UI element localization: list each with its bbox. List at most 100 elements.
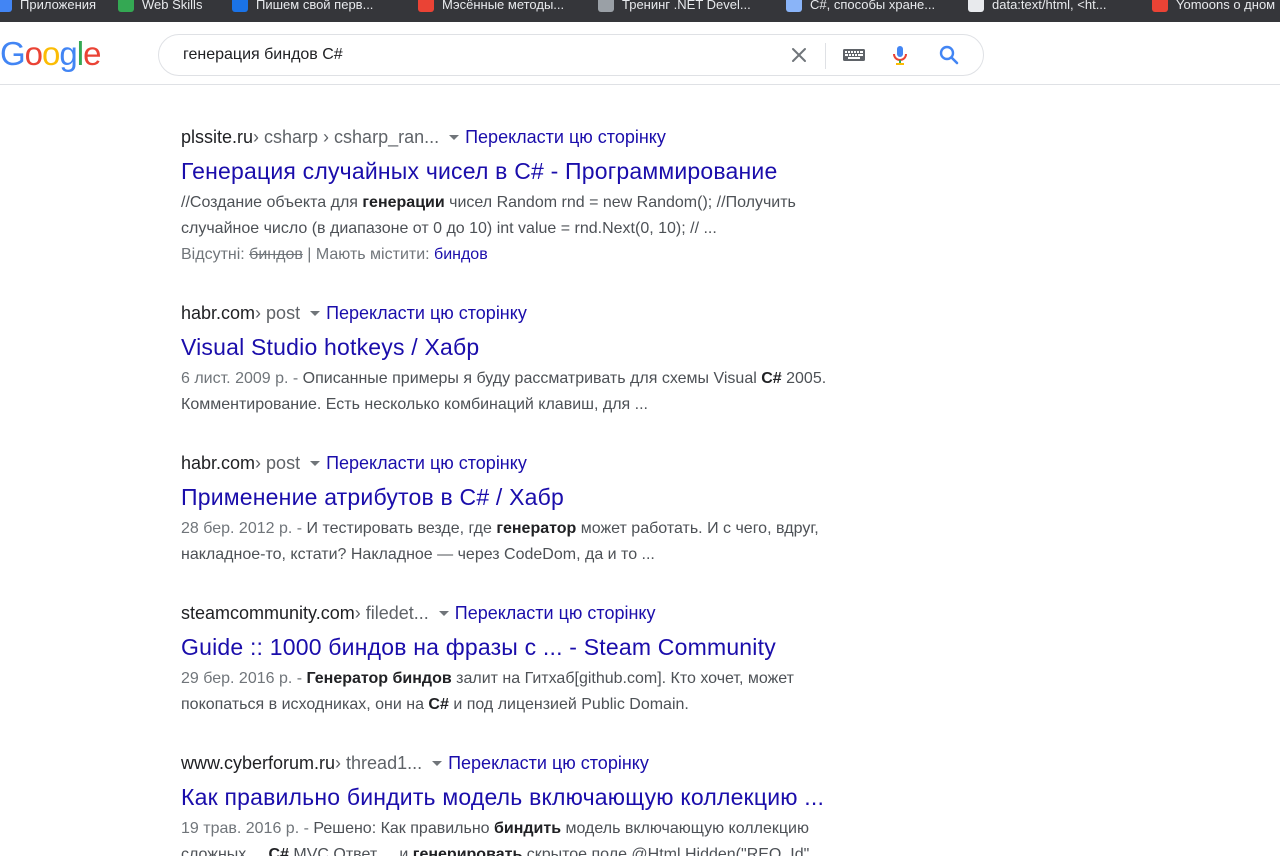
microphone-icon[interactable] [888, 43, 912, 67]
bookmark-label: Приложения [20, 0, 97, 12]
bookmark-favicon [418, 0, 434, 12]
highlighted-term: генерации [362, 194, 445, 211]
translate-link[interactable]: Перекласти цю сторінку [326, 453, 527, 474]
result-cite[interactable]: habr.com › post Перекласти цю сторінку [181, 302, 861, 324]
snippet-text: и под лицензией Public Domain. [448, 696, 689, 713]
logo-letter: e [83, 35, 101, 72]
snippet-line: 29 бер. 2016 р. - Генератор биндов залит… [181, 666, 861, 692]
bookmark-favicon [118, 0, 134, 12]
bookmark-item[interactable]: C#, способы хране... [786, 0, 935, 15]
snippet-text: Комментирование. Есть несколько комбинац… [181, 396, 648, 413]
bookmark-item[interactable]: data:text/html, <ht... [968, 0, 1107, 15]
close-icon[interactable] [787, 43, 811, 67]
result-title-link[interactable]: Guide :: 1000 биндов на фразы с ... - St… [181, 633, 861, 661]
bookmark-item[interactable]: Yomoons о дном [1152, 0, 1275, 15]
result-snippet: 19 трав. 2016 р. - Решено: Как правильно… [181, 816, 861, 856]
logo-letter: G [0, 35, 26, 72]
snippet-text: может работать. И с чего, вдруг, [576, 520, 819, 537]
snippet-text: сложных ... [181, 846, 269, 856]
bookmark-favicon [786, 0, 802, 12]
caret-down-icon[interactable] [449, 134, 460, 140]
result-breadcrumb: › post [255, 452, 301, 473]
caret-down-icon[interactable] [310, 310, 321, 316]
search-header: Google [0, 22, 1280, 85]
result-breadcrumb: › filedet... [354, 602, 429, 623]
missing-terms: Відсутні: биндов | Мають містити: биндов [181, 242, 861, 268]
result-title-link[interactable]: Генерация случайных чисел в C# - Програм… [181, 157, 861, 185]
result-breadcrumb: › post [255, 302, 301, 323]
result-domain: habr.com [181, 452, 256, 473]
translate-link[interactable]: Перекласти цю сторінку [465, 127, 666, 148]
snippet-text: 2005. [781, 370, 827, 387]
snippet-text: случайное число (в диапазоне от 0 до 10)… [181, 220, 717, 237]
keyboard-icon[interactable] [842, 43, 866, 67]
snippet-text: покопаться в исходниках, они на [181, 696, 429, 713]
result-snippet: 28 бер. 2012 р. - И тестировать везде, г… [181, 516, 861, 568]
translate-link[interactable]: Перекласти цю сторінку [455, 603, 656, 624]
snippet-text: Описанные примеры я буду рассматривать д… [302, 370, 762, 387]
bookmark-label: Yomoons о дном [1176, 0, 1276, 12]
result-cite[interactable]: www.cyberforum.ru › thread1... Перекласт… [181, 752, 861, 774]
must-include-link[interactable]: биндов [434, 246, 488, 263]
snippet-text: Генератор биндов залит на Гитхаб[github.… [307, 670, 794, 687]
result-date: 6 лист. 2009 р. - [181, 370, 303, 387]
highlighted-term: генератор [496, 520, 577, 537]
result-cite[interactable]: habr.com › post Перекласти цю сторінку [181, 452, 861, 474]
snippet-text: И тестировать везде, где генератор может… [307, 520, 819, 537]
missing-term: биндов [249, 246, 303, 263]
bookmark-item[interactable]: Тренинг .NET Devel... [598, 0, 751, 15]
snippet-line: покопаться в исходниках, они на C# и под… [181, 692, 861, 718]
result-domain: steamcommunity.com [181, 602, 355, 623]
highlighted-term: C# [761, 370, 782, 387]
translate-link[interactable]: Перекласти цю сторінку [448, 753, 649, 774]
snippet-text: Решено: Как правильно [313, 820, 494, 837]
apps-icon [0, 0, 12, 12]
result-cite[interactable]: plssite.ru › csharp › csharp_ran... Пере… [181, 126, 861, 148]
snippet-text: Решено: Как правильно биндить модель вкл… [313, 820, 809, 837]
snippet-line: случайное число (в диапазоне от 0 до 10)… [181, 216, 861, 242]
google-logo[interactable]: Google [0, 34, 101, 74]
result-date: 28 бер. 2012 р. - [181, 520, 307, 537]
search-result: plssite.ru › csharp › csharp_ran... Пере… [181, 126, 861, 268]
translate-link[interactable]: Перекласти цю сторінку [326, 303, 527, 324]
bookmark-item[interactable]: Мэсённые методы... [418, 0, 564, 15]
bookmark-item[interactable]: Пишем свой перв... [232, 0, 373, 15]
logo-letter: o [42, 35, 60, 72]
result-title-link[interactable]: Visual Studio hotkeys / Хабр [181, 333, 861, 361]
snippet-text: модель включающую коллекцию [561, 820, 809, 837]
bookmark-item[interactable]: Приложения [0, 0, 96, 15]
bookmark-label: C#, способы хране... [810, 0, 936, 12]
bookmark-item[interactable]: Web Skills [118, 0, 202, 15]
result-domain: www.cyberforum.ru [181, 752, 336, 773]
caret-down-icon[interactable] [432, 760, 443, 766]
bookmark-label: Пишем свой перв... [256, 0, 374, 12]
bookmark-favicon [968, 0, 984, 12]
result-title-link[interactable]: Как правильно биндить модель включающую … [181, 783, 861, 811]
snippet-text: MVC Ответ ... и [288, 846, 413, 856]
search-box [158, 34, 984, 76]
result-breadcrumb: › csharp › csharp_ran... [253, 126, 440, 147]
result-cite[interactable]: steamcommunity.com › filedet... Переклас… [181, 602, 861, 624]
highlighted-term: C# [268, 846, 289, 856]
result-breadcrumb: › thread1... [335, 752, 423, 773]
bookmark-label: Web Skills [142, 0, 203, 12]
search-input[interactable] [183, 35, 763, 75]
result-domain: plssite.ru [181, 126, 254, 147]
highlighted-term: генерировать [412, 846, 523, 856]
bookmarks-bar: Приложения Web Skills Пишем свой перв...… [0, 0, 1280, 22]
bookmark-favicon [232, 0, 248, 12]
search-result: habr.com › post Перекласти цю сторінку V… [181, 302, 861, 418]
result-snippet: 29 бер. 2016 р. - Генератор биндов залит… [181, 666, 861, 718]
caret-down-icon[interactable] [310, 460, 321, 466]
caret-down-icon[interactable] [438, 610, 449, 616]
snippet-line: накладное-то, кстати? Накладное — через … [181, 542, 861, 568]
must-include-label: | Мають містити: [302, 246, 435, 263]
snippet-line: сложных ... C# MVC Ответ ... и генериров… [181, 842, 861, 856]
bookmark-favicon [1152, 0, 1168, 12]
highlighted-term: биндить [494, 820, 562, 837]
search-icon[interactable] [937, 43, 961, 67]
result-date: 29 бер. 2016 р. - [181, 670, 307, 687]
snippet-text: скрытое поле @Html.Hidden("REQ_Id" [522, 846, 810, 856]
highlighted-term: Генератор биндов [306, 670, 452, 687]
result-title-link[interactable]: Применение атрибутов в C# / Хабр [181, 483, 861, 511]
